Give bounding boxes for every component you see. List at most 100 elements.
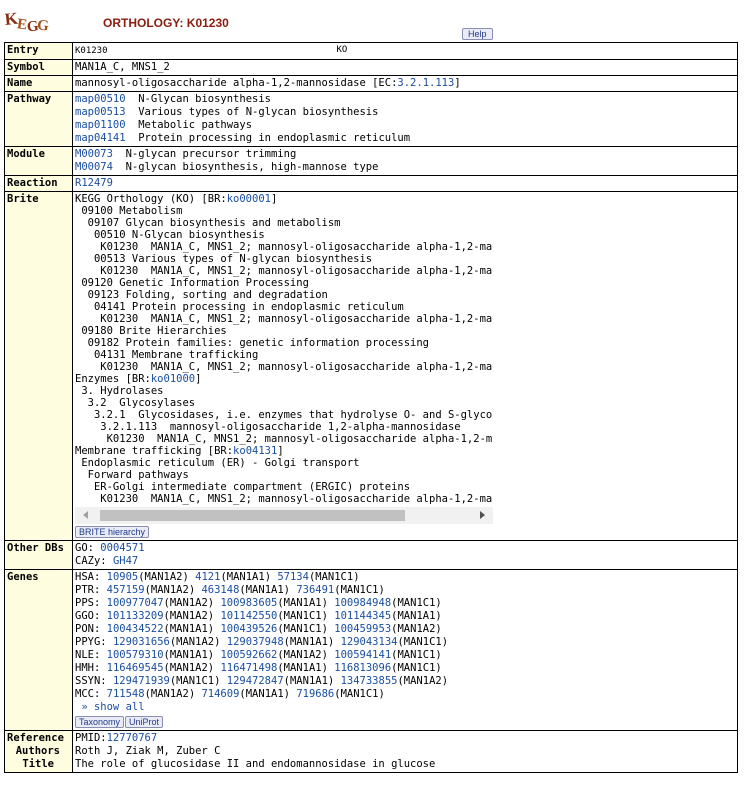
gene-symbol: (MAN1C1)	[334, 584, 385, 596]
module-link[interactable]: M00074	[75, 161, 113, 173]
gene-link[interactable]: 129031656	[113, 636, 170, 648]
organism-code: PTR:	[75, 584, 101, 596]
entry-label: Entry	[4, 42, 73, 60]
brite-scroll-area[interactable]: KEGG Orthology (KO) [BR:ko00001] 09100 M…	[75, 193, 493, 505]
gene-link[interactable]: 736491	[296, 584, 334, 596]
pathway-link[interactable]: map00510	[75, 93, 126, 105]
gene-row: GGO: 101133209(MAN1A2) 101142550(MAN1C1)…	[75, 610, 735, 623]
organism-code: GGO:	[75, 610, 101, 622]
module-list: M00073 N-glycan precursor trimming M0007…	[72, 146, 738, 176]
gene-link[interactable]: 714609	[201, 688, 239, 700]
gene-link[interactable]: 129037948	[227, 636, 284, 648]
gene-symbol: (MAN1A1)	[163, 649, 215, 661]
uniprot-button[interactable]: UniProt	[125, 716, 164, 728]
gene-row: PTR: 457159(MAN1A2) 463148(MAN1A1) 73649…	[75, 584, 735, 597]
gene-symbol: (MAN1C1)	[169, 675, 221, 687]
gene-link[interactable]: 116469545	[107, 662, 164, 674]
gene-link[interactable]: 100977047	[107, 597, 164, 609]
gene-symbol: (MAN1A2)	[144, 688, 196, 700]
title-value: The role of glucosidase II and endomanno…	[75, 758, 436, 770]
cazy-link[interactable]: GH47	[113, 555, 138, 567]
gene-symbol: (MAN1A1)	[277, 662, 328, 674]
ec-link[interactable]: 3.2.1.113	[397, 77, 454, 89]
module-label: Module	[4, 146, 73, 176]
pathway-link[interactable]: map04141	[75, 132, 126, 144]
pmid-prefix: PMID:	[75, 732, 107, 744]
gene-symbol: (MAN1A1)	[277, 597, 328, 609]
gene-link[interactable]: 129471939	[113, 675, 170, 687]
db-item: CAZy: GH47	[75, 555, 735, 568]
brite-line: K01230 MAN1A_C, MNS1_2; mannosyl-oligosa…	[75, 433, 493, 445]
gene-symbol: (MAN1A1)	[283, 675, 335, 687]
gene-link[interactable]: 10905	[107, 571, 139, 583]
pmid-link[interactable]: 12770767	[107, 732, 158, 744]
reaction-value: R12479	[72, 175, 738, 192]
name-value: mannosyl-oligosaccharide alpha-1,2-manno…	[72, 75, 738, 92]
pathway-link[interactable]: map00513	[75, 106, 126, 118]
brite-ko04131-link[interactable]: ko04131	[233, 445, 277, 457]
module-item: M00074 N-glycan biosynthesis, high-manno…	[75, 161, 735, 174]
gene-link[interactable]: 457159	[107, 584, 145, 596]
gene-link[interactable]: 100439526	[220, 623, 277, 635]
help-button[interactable]: Help	[462, 28, 493, 40]
brite-line: Forward pathways	[75, 469, 189, 481]
gene-link[interactable]: 129472847	[227, 675, 284, 687]
gene-symbol: (MAN1A2)	[169, 636, 221, 648]
gene-link[interactable]: 116471498	[220, 662, 277, 674]
symbol-label: Symbol	[4, 59, 73, 76]
gene-symbol: (MAN1A1)	[220, 571, 272, 583]
go-link[interactable]: 0004571	[100, 542, 144, 554]
brite-line: 04141 Protein processing in endoplasmic …	[75, 301, 404, 313]
gene-link[interactable]: 100983605	[220, 597, 277, 609]
pmid-line: PMID:12770767	[75, 732, 735, 745]
gene-link[interactable]: 100459953	[334, 623, 391, 635]
genes-label: Genes	[4, 569, 73, 731]
reaction-link[interactable]: R12479	[75, 177, 113, 189]
gene-symbol: (MAN1C1)	[391, 649, 442, 661]
reference-row: Reference Authors Title PMID:12770767 Ro…	[4, 730, 738, 773]
module-item: M00073 N-glycan precursor trimming	[75, 148, 735, 161]
entry-type: KO	[336, 45, 348, 55]
module-row: Module M00073 N-glycan precursor trimmin…	[4, 146, 738, 176]
scroll-right-arrow-icon[interactable]	[480, 511, 485, 519]
gene-link[interactable]: 463148	[201, 584, 239, 596]
gene-link[interactable]: 100592662	[220, 649, 277, 661]
gene-link[interactable]: 100984948	[334, 597, 391, 609]
gene-link[interactable]: 719686	[296, 688, 334, 700]
gene-link[interactable]: 101144345	[334, 610, 391, 622]
reference-values: PMID:12770767 Roth J, Ziak M, Zuber C Th…	[72, 730, 738, 773]
brite-ko00001-link[interactable]: ko00001	[227, 193, 271, 205]
module-link[interactable]: M00073	[75, 148, 113, 160]
brite-line: 3.2 Glycosylases	[75, 397, 196, 409]
scroll-left-arrow-icon[interactable]	[83, 511, 88, 519]
gene-link[interactable]: 101142550	[220, 610, 277, 622]
reference-labels: Reference Authors Title	[4, 730, 73, 773]
gene-symbol: (MAN1A2)	[138, 571, 189, 583]
horizontal-scrollbar[interactable]	[75, 507, 493, 524]
gene-symbol: (MAN1A1)	[391, 610, 442, 622]
reference-label: Reference	[7, 732, 64, 744]
gene-link[interactable]: 100434522	[107, 623, 164, 635]
gene-symbol: (MAN1A1)	[163, 623, 215, 635]
gene-link[interactable]: 101133209	[107, 610, 164, 622]
gene-link[interactable]: 129043134	[341, 636, 398, 648]
gene-link[interactable]: 116813096	[334, 662, 391, 674]
gene-link[interactable]: 57134	[277, 571, 309, 583]
gene-link[interactable]: 134733855	[341, 675, 398, 687]
brite-line: ]	[270, 193, 278, 205]
gene-link[interactable]: 4121	[195, 571, 220, 583]
brite-ko01000-link[interactable]: ko01000	[151, 373, 195, 385]
gene-link[interactable]: 100594141	[334, 649, 391, 661]
scrollbar-thumb[interactable]	[100, 510, 405, 521]
gene-row: PPYG: 129031656(MAN1A2) 129037948(MAN1A1…	[75, 636, 735, 649]
show-all-link[interactable]: » show all	[81, 701, 144, 713]
brite-hierarchy-button[interactable]: BRITE hierarchy	[75, 526, 150, 538]
taxonomy-button[interactable]: Taxonomy	[75, 716, 125, 728]
show-all-row: » show all	[75, 701, 735, 714]
pathway-link[interactable]: map01100	[75, 119, 126, 131]
name-suffix: ]	[454, 77, 461, 89]
gene-link[interactable]: 100579310	[107, 649, 164, 661]
gene-row: PPS: 100977047(MAN1A2) 100983605(MAN1A1)…	[75, 597, 735, 610]
kegg-logo[interactable]: K E G G	[5, 7, 51, 37]
gene-link[interactable]: 711548	[107, 688, 145, 700]
